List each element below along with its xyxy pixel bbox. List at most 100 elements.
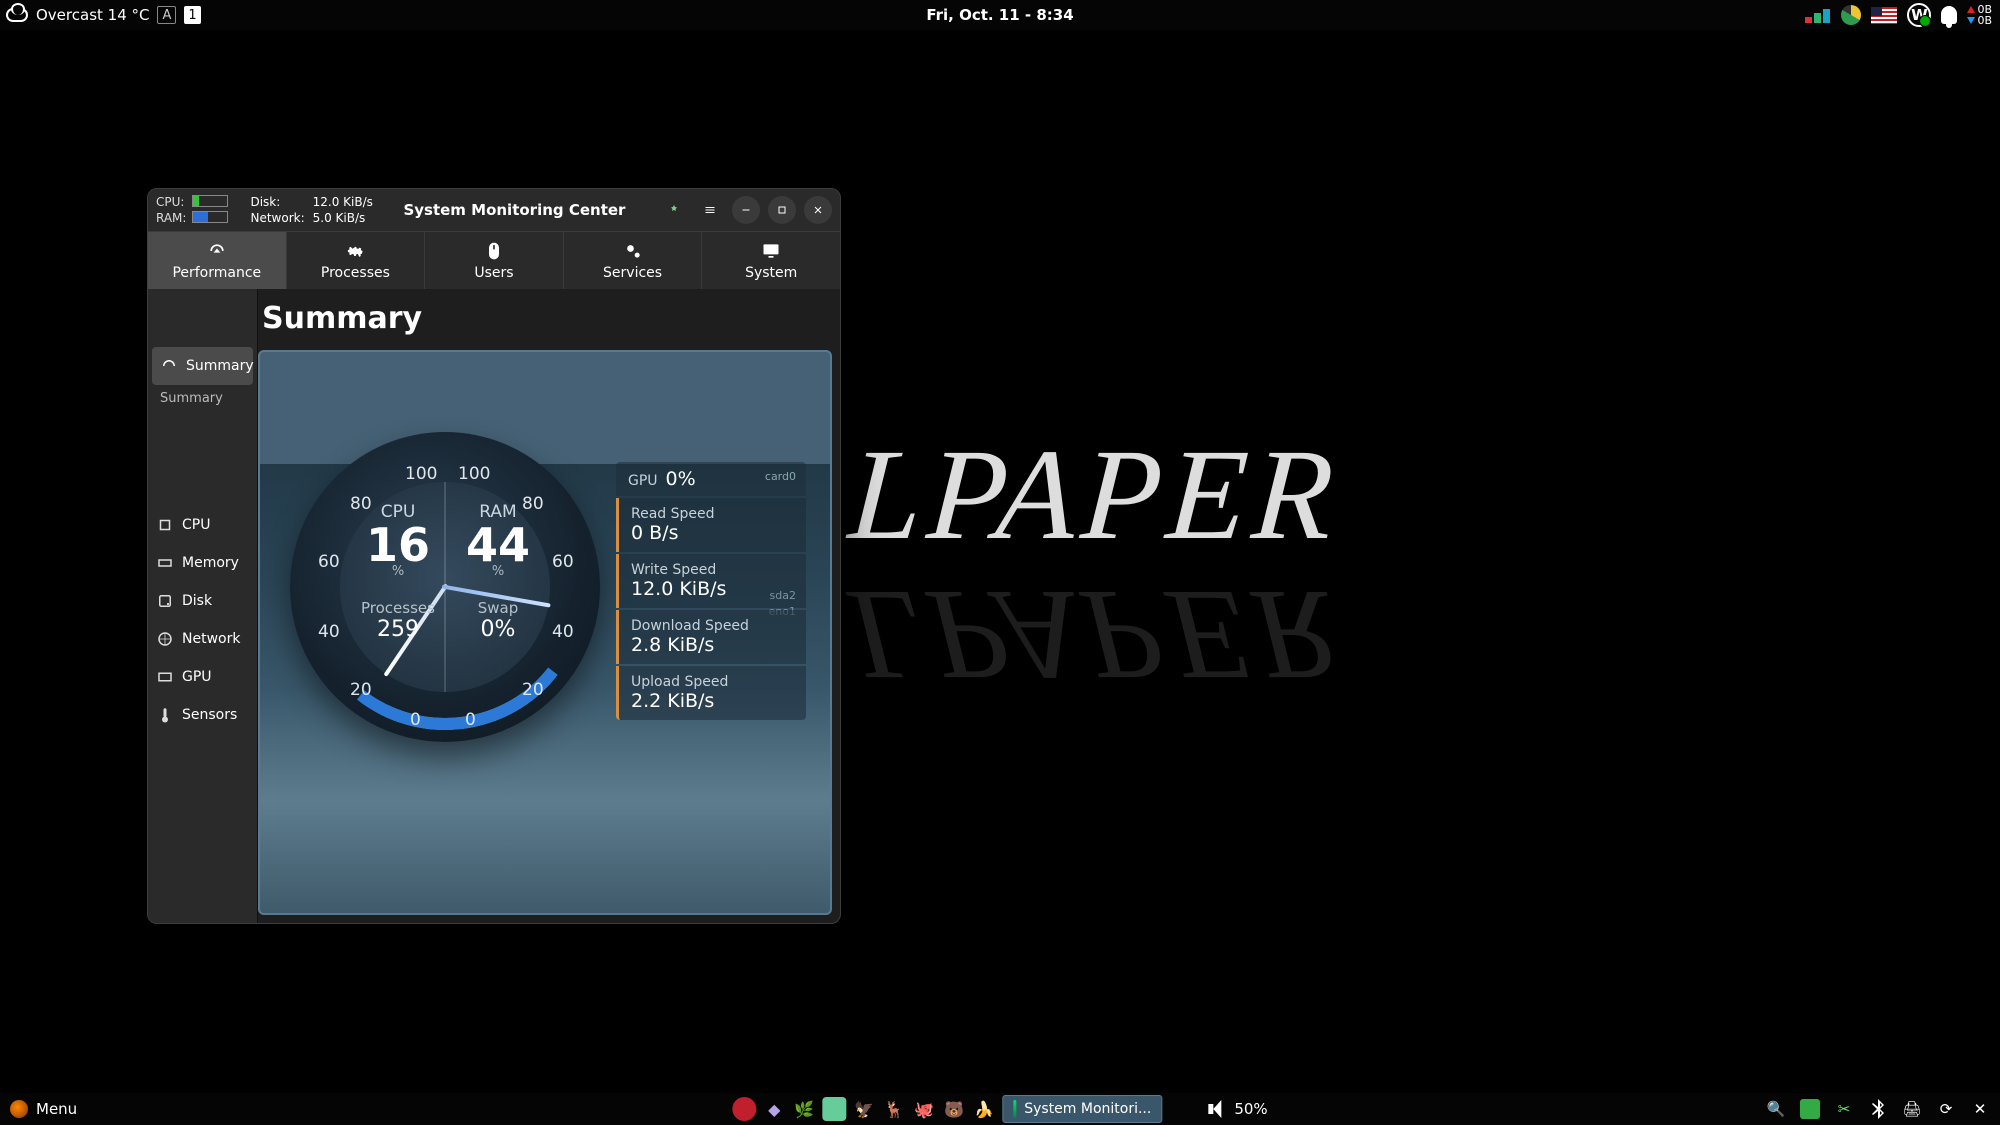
performance-subsidebar: Summary Summary CPU Memory Disk Network …	[148, 289, 258, 923]
tray-app-icon-2[interactable]: ◆	[762, 1097, 786, 1121]
tray-app-icon-3[interactable]: 🌿	[792, 1097, 816, 1121]
weather-text[interactable]: Overcast 14 °C	[36, 6, 149, 24]
tab-processes-label: Processes	[321, 265, 390, 281]
power-icon[interactable]: ⟳	[1936, 1099, 1956, 1119]
tab-services-label: Services	[603, 265, 662, 281]
tick: 0	[465, 710, 476, 730]
info-net-upload: Upload Speed 2.2 KiB/s	[616, 666, 806, 720]
main-tabs: Performance Processes Users Services Sys…	[148, 231, 840, 289]
gauge-swap-label: Swap	[448, 599, 548, 617]
info-download-value: 2.8 KiB/s	[631, 634, 794, 656]
sidebar-summary-sublabel: Summary	[148, 385, 257, 406]
disk-usage-pie-icon[interactable]	[1841, 5, 1861, 25]
tray-app-icon-9[interactable]: 🍌	[972, 1097, 996, 1121]
keyboard-layout-us-flag-icon[interactable]	[1871, 7, 1897, 24]
workspace-letter[interactable]: A	[157, 6, 176, 24]
tab-services[interactable]: Services	[564, 232, 703, 289]
gauge-cpu-value: 16	[348, 522, 448, 568]
sidebar-item-disk[interactable]: Disk	[148, 582, 257, 620]
menu-label: Menu	[36, 1100, 77, 1118]
sidebar-item-memory[interactable]: Memory	[148, 544, 257, 582]
tray-app-icon-1[interactable]	[732, 1097, 756, 1121]
info-disk-device: sda2	[770, 589, 796, 602]
network-io-indicator[interactable]: 0B 0B	[1967, 4, 1992, 26]
titlebar-ram-label: RAM:	[156, 211, 186, 225]
app-settings-button[interactable]	[660, 196, 688, 224]
taskbar-item-system-monitoring[interactable]: System Monitori...	[1002, 1095, 1162, 1123]
update-manager-icon[interactable]: W	[1907, 3, 1931, 27]
info-upload-label: Upload Speed	[631, 674, 794, 690]
tab-performance-label: Performance	[172, 265, 261, 281]
close-button[interactable]	[804, 196, 832, 224]
printer-icon[interactable]: 🖨	[1902, 1099, 1922, 1119]
tray-app-icon-7[interactable]: 🐙	[912, 1097, 936, 1121]
sidebar-item-label: Memory	[182, 555, 239, 571]
sidebar-item-label: Summary	[186, 358, 254, 374]
info-write-label: Write Speed	[631, 562, 794, 578]
globe-icon	[156, 630, 174, 648]
info-gpu-value: 0%	[666, 468, 696, 490]
gauge-ram-unit: %	[448, 564, 548, 579]
titlebar-ram-meter	[192, 211, 228, 223]
system-monitoring-center-window[interactable]: CPU: RAM: Disk: 12.0 KiB/s Network: 5.0 …	[147, 188, 841, 924]
maximize-button[interactable]	[768, 196, 796, 224]
sidebar-item-sensors[interactable]: Sensors	[148, 696, 257, 734]
titlebar-network-value: 5.0 KiB/s	[313, 211, 373, 225]
app-icon	[1013, 1100, 1016, 1118]
disk-icon	[156, 592, 174, 610]
tab-system[interactable]: System	[702, 232, 840, 289]
tick: 20	[522, 680, 544, 700]
titlebar-network-label: Network:	[250, 211, 304, 225]
tray-icon-scissors[interactable]: ✂	[1834, 1099, 1854, 1119]
tick: 40	[552, 622, 574, 642]
titlebar[interactable]: CPU: RAM: Disk: 12.0 KiB/s Network: 5.0 …	[148, 189, 840, 231]
info-gpu: GPU 0% card0	[616, 462, 806, 496]
top-panel: Overcast 14 °C A 1 Fri, Oct. 11 - 8:34 W…	[0, 0, 2000, 30]
menu-button[interactable]: Menu	[0, 1093, 87, 1125]
tray-icon-clipboard[interactable]	[1800, 1099, 1820, 1119]
info-download-label: Download Speed	[631, 618, 794, 634]
sidebar-item-summary[interactable]: Summary	[152, 347, 253, 385]
search-icon[interactable]: 🔍	[1766, 1099, 1786, 1119]
sidebar-item-network[interactable]: Network	[148, 620, 257, 658]
info-gpu-device: card0	[765, 470, 796, 483]
tick: 40	[318, 622, 340, 642]
weather-icon	[6, 8, 28, 22]
titlebar-disk-label: Disk:	[250, 195, 304, 209]
chip-icon	[156, 516, 174, 534]
volume-indicator[interactable]: 50%	[1208, 1100, 1267, 1118]
bluetooth-icon[interactable]	[1868, 1099, 1888, 1119]
tray-app-icon-6[interactable]: 🦌	[882, 1097, 906, 1121]
tick: 100	[405, 464, 437, 484]
wallpaper-text: LPAPER	[845, 420, 1344, 570]
notifications-icon[interactable]	[1941, 6, 1957, 24]
sidebar-item-label: GPU	[182, 669, 212, 685]
tick: 60	[552, 552, 574, 572]
tab-performance[interactable]: Performance	[148, 232, 287, 289]
tab-users[interactable]: Users	[425, 232, 564, 289]
tray-app-icon-8[interactable]: 🐻	[942, 1097, 966, 1121]
tab-processes[interactable]: Processes	[287, 232, 426, 289]
bottom-panel: Menu ◆ 🌿 🦅 🦌 🐙 🐻 🍌 System Monitori... 50…	[0, 1093, 2000, 1125]
wallpaper-text-reflection: LPAPER	[845, 560, 1344, 710]
sidebar-item-cpu[interactable]: CPU	[148, 506, 257, 544]
hamburger-menu-button[interactable]	[696, 196, 724, 224]
minimize-button[interactable]	[732, 196, 760, 224]
clock[interactable]: Fri, Oct. 11 - 8:34	[926, 6, 1073, 24]
tick: 0	[410, 710, 421, 730]
workspace-number[interactable]: 1	[184, 6, 200, 24]
close-session-icon[interactable]: ✕	[1970, 1099, 1990, 1119]
upload-arrow-icon	[1967, 6, 1975, 13]
gauge-processes-label: Processes	[348, 599, 448, 617]
titlebar-cpu-label: CPU:	[156, 195, 186, 209]
tray-app-icon-5[interactable]: 🦅	[852, 1097, 876, 1121]
titlebar-disk-value: 12.0 KiB/s	[313, 195, 373, 209]
resource-bars-indicator[interactable]	[1805, 7, 1831, 23]
summary-canvas: 0 20 40 60 80 100 0 20 40 60 80 100	[258, 350, 832, 915]
gauge-processes-value: 259	[348, 617, 448, 642]
info-gpu-label: GPU	[628, 473, 658, 489]
sidebar-item-gpu[interactable]: GPU	[148, 658, 257, 696]
content-heading: Summary	[258, 289, 840, 350]
tray-app-icon-4[interactable]	[822, 1097, 846, 1121]
gauge-cpu-unit: %	[348, 564, 448, 579]
